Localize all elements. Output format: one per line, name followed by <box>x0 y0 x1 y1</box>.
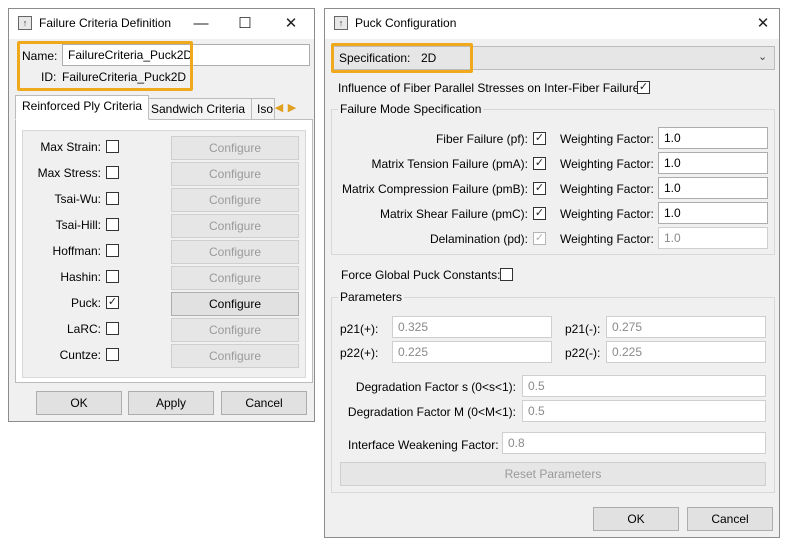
interface-weakening-label: Interface Weakening Factor: <box>348 438 499 452</box>
app-icon: ↑ <box>18 16 32 30</box>
tab-reinforced-ply[interactable]: Reinforced Ply Criteria <box>15 95 150 120</box>
criterion-checkbox-hashin[interactable] <box>106 270 119 283</box>
maximize-icon[interactable]: ☐ <box>231 13 259 35</box>
mode-3-weighting-input[interactable]: 1.0 <box>658 202 768 224</box>
criterion-label-hashin: Hashin: <box>60 270 101 284</box>
chevron-down-icon: ⌄ <box>758 51 768 63</box>
p21-minus-label: p21(-): <box>565 322 601 336</box>
parameters-group: Parameters p21(+): 0.325 p21(-): 0.275 p… <box>331 290 775 493</box>
tab-sandwich[interactable]: Sandwich Criteria <box>144 98 253 120</box>
p21-minus-input[interactable]: 0.275 <box>606 316 766 338</box>
tab-scroll-left-icon[interactable]: ◀ <box>273 99 285 117</box>
degradation-s-label: Degradation Factor s (0<s<1): <box>355 380 516 394</box>
p21-plus-label: p21(+): <box>340 322 379 336</box>
criterion-label-cuntze: Cuntze: <box>59 348 101 362</box>
parameters-title: Parameters <box>338 290 405 304</box>
puck-configuration-window: ↑ Puck Configuration ✕ Specification: 2D… <box>324 8 780 538</box>
criterion-label-max-stress: Max Stress: <box>37 166 101 180</box>
tab-panel: Max Strain: Configure Max Stress: Configure… <box>15 119 313 383</box>
name-id-highlight <box>17 41 193 91</box>
window-title: Puck Configuration <box>355 16 457 30</box>
mode-3-checkbox[interactable]: ✓ <box>533 207 546 220</box>
criteria-group: Max Strain: Configure Max Stress: Configure… <box>22 130 306 378</box>
criterion-checkbox-tsai-wu[interactable] <box>106 192 119 205</box>
mode-2-label: Matrix Compression Failure (pmB): <box>341 182 528 196</box>
degradation-m-input[interactable]: 0.5 <box>522 400 766 422</box>
criterion-checkbox-hoffman[interactable] <box>106 244 119 257</box>
title-bar: ↑ Puck Configuration ✕ <box>325 9 779 39</box>
mode-0-checkbox[interactable]: ✓ <box>533 132 546 145</box>
configure-button-puck[interactable]: Configure <box>171 292 299 316</box>
criterion-label-max-strain: Max Strain: <box>40 140 101 154</box>
force-global-checkbox[interactable] <box>500 268 513 281</box>
mode-4-checkbox[interactable]: ✓ <box>533 232 546 245</box>
cancel-button[interactable]: Cancel <box>221 391 307 415</box>
mode-4-weighting-label: Weighting Factor: <box>560 232 654 246</box>
mode-3-weighting-label: Weighting Factor: <box>560 207 654 221</box>
apply-button[interactable]: Apply <box>128 391 214 415</box>
mode-2-weighting-label: Weighting Factor: <box>560 182 654 196</box>
mode-2-checkbox[interactable]: ✓ <box>533 182 546 195</box>
configure-button-cuntze[interactable]: Configure <box>171 344 299 368</box>
degradation-m-label: Degradation Factor M (0<M<1): <box>347 405 516 419</box>
minimize-icon[interactable]: — <box>187 13 215 35</box>
interface-weakening-input[interactable]: 0.8 <box>502 432 766 454</box>
mode-0-label: Fiber Failure (pf): <box>435 132 528 146</box>
influence-label: Influence of Fiber Parallel Stresses on … <box>338 81 643 95</box>
criterion-checkbox-puck[interactable]: ✓ <box>106 296 119 309</box>
mode-4-label: Delamination (pd): <box>429 232 528 246</box>
force-global-label: Force Global Puck Constants: <box>341 268 501 282</box>
mode-1-weighting-input[interactable]: 1.0 <box>658 152 768 174</box>
mode-1-weighting-label: Weighting Factor: <box>560 157 654 171</box>
configure-button-hashin[interactable]: Configure <box>171 266 299 290</box>
reset-parameters-button[interactable]: Reset Parameters <box>340 462 766 486</box>
mode-4-weighting-input[interactable]: 1.0 <box>658 227 768 249</box>
degradation-s-input[interactable]: 0.5 <box>522 375 766 397</box>
criterion-checkbox-max-strain[interactable] <box>106 140 119 153</box>
criterion-checkbox-tsai-hill[interactable] <box>106 218 119 231</box>
mode-1-label: Matrix Tension Failure (pmA): <box>371 157 529 171</box>
close-icon[interactable]: ✕ <box>749 13 777 35</box>
criterion-label-hoffman: Hoffman: <box>52 244 101 258</box>
mode-1-checkbox[interactable]: ✓ <box>533 157 546 170</box>
configure-button-tsai-wu[interactable]: Configure <box>171 188 299 212</box>
configure-button-larc[interactable]: Configure <box>171 318 299 342</box>
p22-plus-input[interactable]: 0.225 <box>392 341 552 363</box>
configure-button-tsai-hill[interactable]: Configure <box>171 214 299 238</box>
p22-minus-label: p22(-): <box>565 346 601 360</box>
criterion-label-tsai-wu: Tsai-Wu: <box>54 192 101 206</box>
mode-3-label: Matrix Shear Failure (pmC): <box>379 207 528 221</box>
specification-highlight <box>331 43 473 73</box>
failure-mode-title: Failure Mode Specification <box>338 102 484 116</box>
mode-2-weighting-input[interactable]: 1.0 <box>658 177 768 199</box>
p21-plus-input[interactable]: 0.325 <box>392 316 552 338</box>
cancel-button[interactable]: Cancel <box>687 507 773 531</box>
criterion-label-larc: LaRC: <box>66 322 101 336</box>
criterion-checkbox-larc[interactable] <box>106 322 119 335</box>
configure-button-max-strain[interactable]: Configure <box>171 136 299 160</box>
title-bar: ↑ Failure Criteria Definition — ☐ ✕ <box>9 9 314 39</box>
criterion-label-tsai-hill: Tsai-Hill: <box>55 218 101 232</box>
app-icon: ↑ <box>334 16 348 30</box>
close-icon[interactable]: ✕ <box>277 13 305 35</box>
ok-button[interactable]: OK <box>36 391 122 415</box>
window-title: Failure Criteria Definition <box>39 16 172 30</box>
mode-0-weighting-input[interactable]: 1.0 <box>658 127 768 149</box>
tab-scroll-right-icon[interactable]: ▶ <box>286 99 298 117</box>
configure-button-hoffman[interactable]: Configure <box>171 240 299 264</box>
p22-minus-input[interactable]: 0.225 <box>606 341 766 363</box>
p22-plus-label: p22(+): <box>340 346 379 360</box>
ok-button[interactable]: OK <box>593 507 679 531</box>
criterion-checkbox-cuntze[interactable] <box>106 348 119 361</box>
failure-criteria-window: ↑ Failure Criteria Definition — ☐ ✕ Name… <box>8 8 315 422</box>
influence-checkbox[interactable]: ✓ <box>637 81 650 94</box>
failure-mode-group: Failure Mode Specification Fiber Failure… <box>331 102 775 255</box>
mode-0-weighting-label: Weighting Factor: <box>560 132 654 146</box>
tab-iso[interactable]: Iso <box>251 98 275 120</box>
configure-button-max-stress[interactable]: Configure <box>171 162 299 186</box>
criterion-checkbox-max-stress[interactable] <box>106 166 119 179</box>
criterion-label-puck: Puck: <box>70 296 101 310</box>
